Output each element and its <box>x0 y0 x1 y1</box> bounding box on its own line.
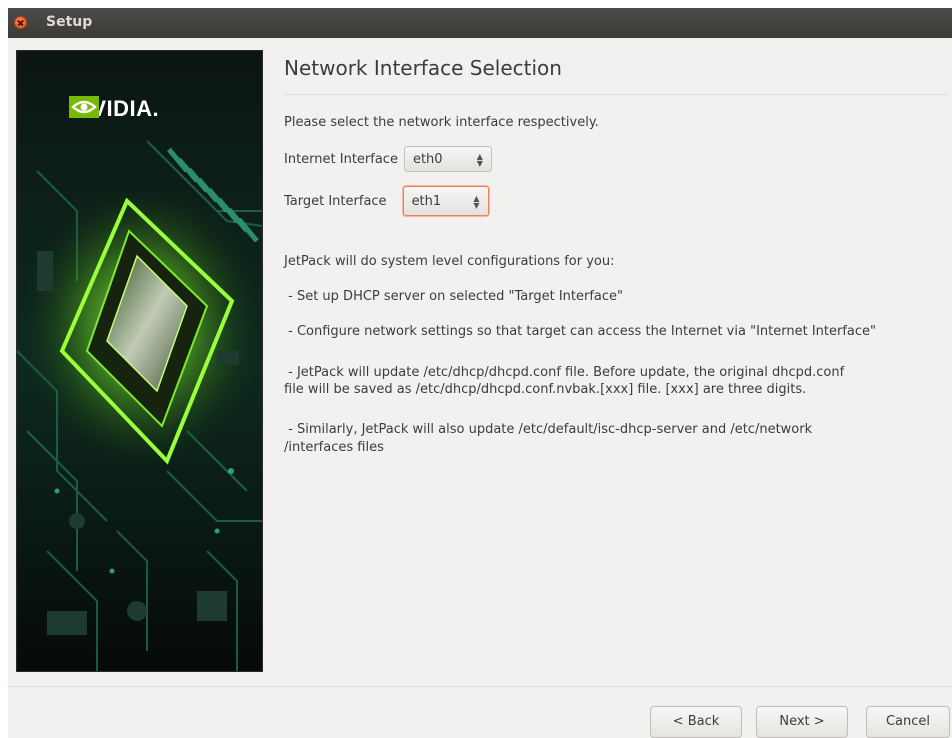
page-title: Network Interface Selection <box>284 56 562 80</box>
next-button[interactable]: Next > <box>756 706 848 738</box>
target-interface-label: Target Interface <box>284 193 387 209</box>
instruction-text: Please select the network interface resp… <box>284 115 599 130</box>
title-bar: Setup <box>8 8 952 38</box>
internet-interface-row: Internet Interface eth0 ▲ ▼ <box>284 146 492 172</box>
info-item-similarly-line1: - Similarly, JetPack will also update /e… <box>284 422 813 437</box>
title-separator <box>284 94 948 95</box>
setup-window: Setup NVIDIA. Network Interface Selectio… <box>8 8 952 738</box>
info-item-similarly-line2: /interfaces files <box>284 440 384 455</box>
target-interface-select[interactable]: eth1 ▲ ▼ <box>402 186 489 216</box>
internet-interface-select[interactable]: eth0 ▲ ▼ <box>403 146 492 172</box>
info-item-dhcpd-line1: - JetPack will update /etc/dhcp/dhcpd.co… <box>284 365 845 380</box>
nvidia-logo: NVIDIA. <box>69 96 159 122</box>
info-item-network: - Configure network settings so that tar… <box>284 324 877 339</box>
spin-arrows-icon: ▲ ▼ <box>476 152 483 168</box>
cancel-button[interactable]: Cancel <box>866 706 950 738</box>
nvidia-banner-image: NVIDIA. <box>16 50 263 672</box>
footer-separator <box>8 686 952 687</box>
circuit-board-illustration <box>17 51 262 671</box>
nvidia-eye-icon <box>69 96 99 118</box>
internet-interface-value: eth0 <box>412 152 443 167</box>
target-interface-value: eth1 <box>411 194 442 209</box>
info-item-dhcpd-line2: file will be saved as /etc/dhcp/dhcpd.co… <box>284 382 807 397</box>
info-heading: JetPack will do system level configurati… <box>284 254 615 269</box>
close-icon[interactable] <box>14 16 27 29</box>
info-item-dhcp: - Set up DHCP server on selected "Target… <box>284 289 624 304</box>
back-button[interactable]: < Back <box>650 706 742 738</box>
internet-interface-label: Internet Interface <box>284 151 398 167</box>
spin-arrows-icon: ▲ ▼ <box>473 194 480 210</box>
window-title: Setup <box>46 14 93 30</box>
main-content: Network Interface Selection <box>284 48 950 95</box>
target-interface-row: Target Interface eth1 ▲ ▼ <box>284 186 489 216</box>
